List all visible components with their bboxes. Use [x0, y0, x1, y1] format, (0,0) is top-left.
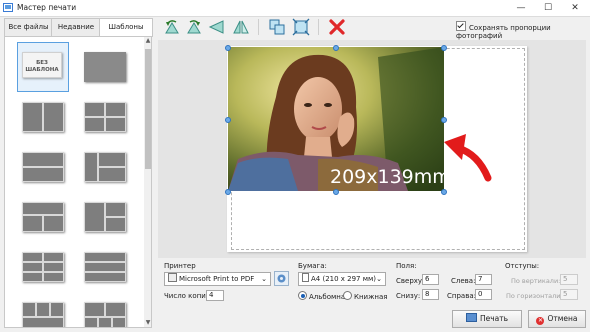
- paper-select-value: A4 (210 x 297 мм): [311, 275, 377, 283]
- radio-portrait-icon[interactable]: [343, 291, 352, 300]
- template-four-grid[interactable]: [84, 102, 126, 132]
- flip-horizontal-icon[interactable]: [208, 18, 226, 36]
- gear-icon: [277, 274, 286, 283]
- scroll-down-icon[interactable]: ▼: [144, 319, 151, 327]
- margin-top-input[interactable]: 6: [422, 274, 439, 285]
- printer-settings-button[interactable]: [274, 271, 289, 286]
- arrow-pointer-icon: [444, 134, 492, 182]
- window-title: Мастер печати: [17, 3, 77, 12]
- toolbar-separator: [258, 19, 259, 35]
- margins-group-label: Поля:: [396, 262, 417, 270]
- cancel-button-label: Отмена: [547, 314, 578, 323]
- template-no-template[interactable]: БЕЗ ШАБЛОНА: [22, 52, 62, 78]
- scrollbar-thumb[interactable]: [145, 49, 151, 169]
- copy-icon[interactable]: [268, 18, 286, 36]
- radio-landscape-icon[interactable]: [298, 291, 307, 300]
- portrait-label: Книжная: [354, 293, 388, 301]
- printer-select-value: Microsoft Print to PDF: [179, 275, 255, 283]
- templates-list: БЕЗ ШАБЛОНА ▲ ▼: [4, 36, 152, 328]
- spacing-vertical-input[interactable]: 5: [560, 274, 578, 285]
- minimize-button[interactable]: —: [508, 0, 534, 16]
- cancel-button[interactable]: ✕ Отмена: [528, 310, 586, 328]
- print-icon: [465, 313, 477, 322]
- keep-proportions-check-icon[interactable]: [456, 21, 466, 31]
- template-grid-row6-a[interactable]: [22, 302, 64, 327]
- source-tabs: Все файлы Недавние Шаблоны: [4, 18, 153, 37]
- margin-right-input[interactable]: 0: [475, 289, 492, 300]
- template-three-mixed[interactable]: [22, 202, 64, 232]
- margin-bottom-label: Снизу:: [396, 292, 421, 300]
- resize-handle-left[interactable]: [225, 117, 231, 123]
- resize-handle-bottom[interactable]: [333, 189, 339, 195]
- templates-scrollbar[interactable]: ▲ ▼: [144, 37, 151, 327]
- spacing-group-label: Отступы:: [505, 262, 540, 270]
- chevron-down-icon: ⌄: [376, 275, 382, 283]
- paper-group-label: Бумага:: [298, 262, 327, 270]
- resize-handle-top[interactable]: [333, 45, 339, 51]
- paper-select[interactable]: A4 (210 x 297 мм) ⌄: [298, 272, 386, 286]
- cancel-icon: ✕: [536, 317, 545, 325]
- printer-icon: [168, 273, 177, 282]
- rotate-right-icon[interactable]: [185, 18, 203, 36]
- template-two-columns[interactable]: [22, 102, 64, 132]
- flip-vertical-icon[interactable]: [232, 18, 250, 36]
- margin-left-input[interactable]: 7: [475, 274, 492, 285]
- template-two-rows[interactable]: [22, 152, 64, 182]
- resize-handle-right[interactable]: [441, 117, 447, 123]
- tab-templates[interactable]: Шаблоны: [99, 18, 153, 37]
- copies-input[interactable]: 4: [206, 290, 224, 301]
- spacing-horizontal-input[interactable]: 5: [560, 289, 578, 300]
- fit-icon[interactable]: [292, 18, 310, 36]
- page-icon: [302, 273, 309, 282]
- margin-top-label: Сверху:: [396, 277, 425, 285]
- toolbar-separator: [318, 19, 319, 35]
- photo-size-label: 209x139mm: [330, 166, 451, 188]
- template-single[interactable]: [84, 52, 126, 82]
- close-button[interactable]: ✕: [562, 0, 588, 16]
- template-three-columns-split[interactable]: [84, 202, 126, 232]
- printer-group-label: Принтер: [164, 262, 196, 270]
- print-wizard-icon: [3, 3, 13, 12]
- orientation-landscape-radio[interactable]: Альбомная: [298, 291, 349, 301]
- template-three-rows[interactable]: [84, 252, 126, 282]
- resize-handle-bottom-right[interactable]: [441, 189, 447, 195]
- spacing-vertical-label: По вертикали:: [511, 277, 561, 285]
- chevron-down-icon: ⌄: [261, 275, 267, 283]
- printer-select[interactable]: Microsoft Print to PDF ⌄: [164, 272, 271, 286]
- resize-handle-top-right[interactable]: [441, 45, 447, 51]
- margin-right-label: Справа:: [447, 292, 476, 300]
- tab-all-files[interactable]: Все файлы: [4, 18, 53, 36]
- print-button-label: Печать: [479, 314, 509, 323]
- template-big-left-two-right[interactable]: [84, 152, 126, 182]
- template-six-grid[interactable]: [22, 252, 64, 282]
- scroll-up-icon[interactable]: ▲: [144, 37, 151, 45]
- maximize-button[interactable]: ☐: [535, 0, 561, 16]
- template-grid-row6-b[interactable]: [84, 302, 126, 327]
- orientation-portrait-radio[interactable]: Книжная: [343, 291, 387, 301]
- rotate-left-icon[interactable]: [163, 18, 181, 36]
- keep-proportions-checkbox[interactable]: Сохранять пропорции фотографий: [456, 21, 590, 40]
- margin-bottom-input[interactable]: 8: [422, 289, 439, 300]
- margin-left-label: Слева:: [451, 277, 476, 285]
- title-bar: Мастер печати — ☐ ✕: [0, 0, 590, 17]
- delete-icon[interactable]: [328, 18, 346, 36]
- resize-handle-top-left[interactable]: [225, 45, 231, 51]
- spacing-horizontal-label: По горизонтали:: [506, 292, 563, 300]
- resize-handle-bottom-left[interactable]: [225, 189, 231, 195]
- tab-recent[interactable]: Недавние: [51, 18, 101, 36]
- keep-proportions-label: Сохранять пропорции фотографий: [456, 24, 551, 40]
- print-button[interactable]: Печать: [452, 310, 522, 328]
